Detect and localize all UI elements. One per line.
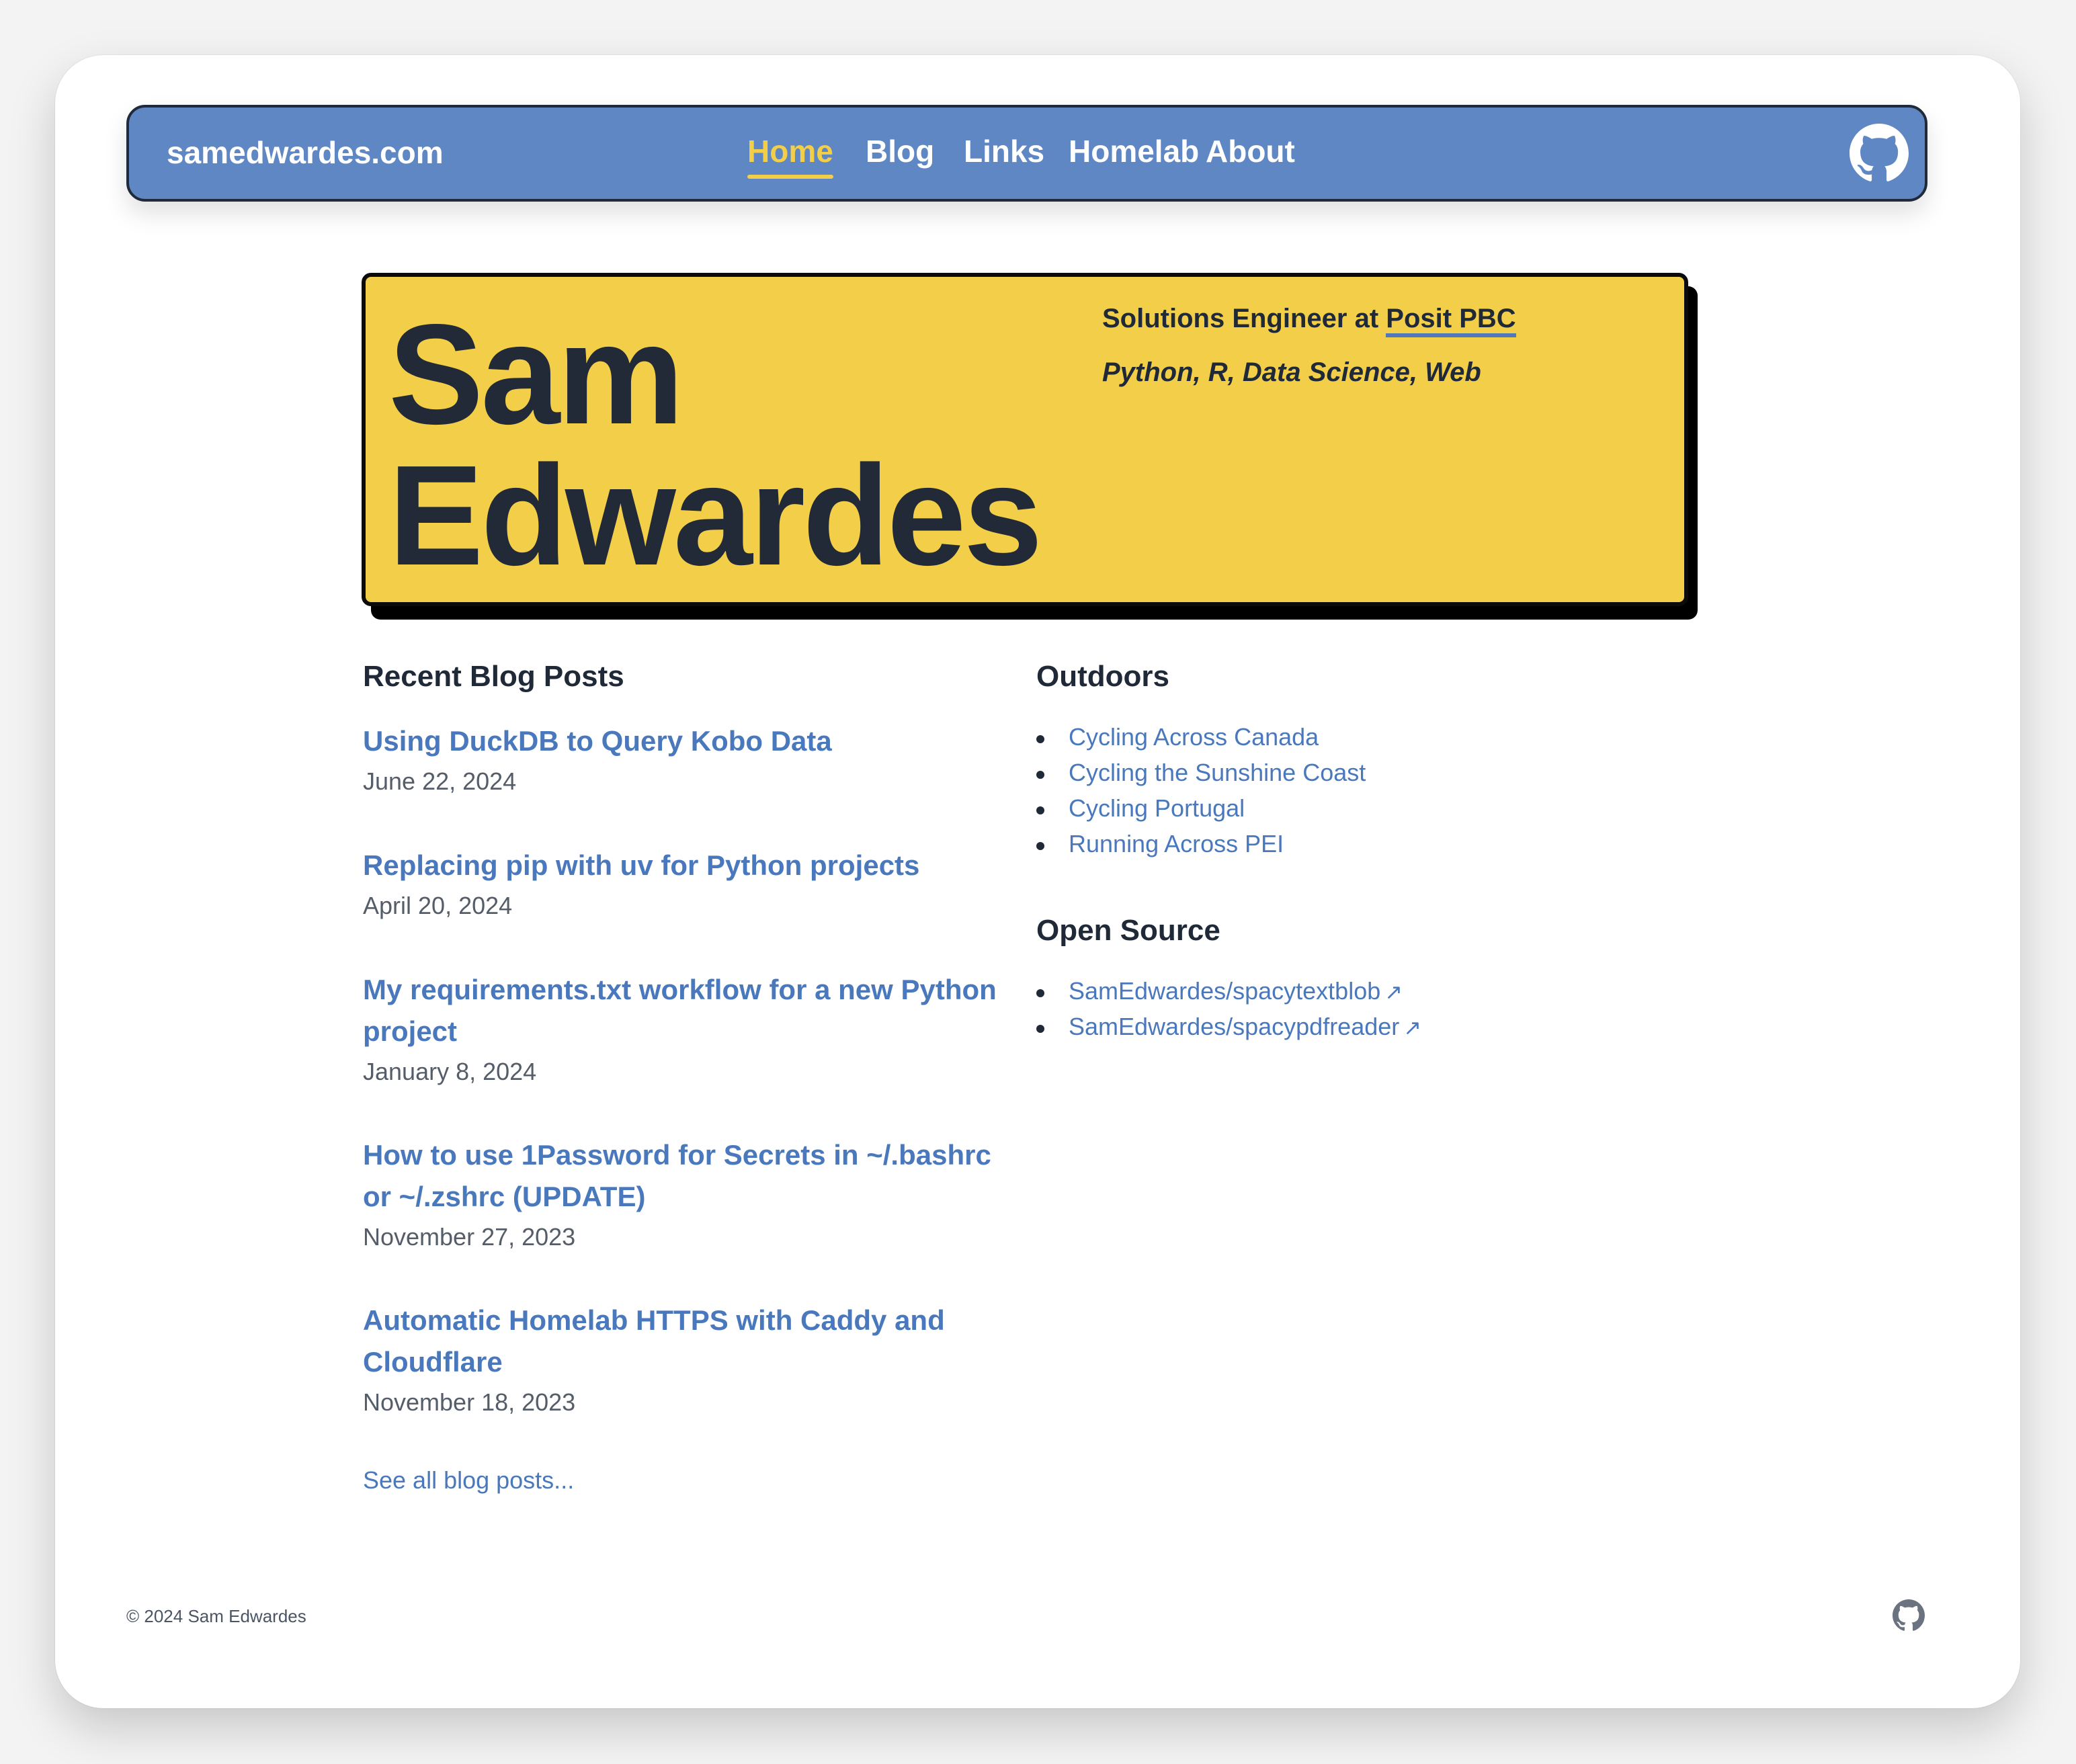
external-link-icon: ↗ — [1403, 1015, 1422, 1040]
blog-post-link[interactable]: Replacing pip with uv for Python project… — [363, 845, 1008, 886]
nav-link-home[interactable]: Home — [747, 133, 833, 179]
bullet — [1036, 989, 1044, 997]
external-link-icon: ↗ — [1384, 980, 1403, 1004]
see-all-posts-link[interactable]: See all blog posts... — [363, 1466, 574, 1495]
nav-link-homelab[interactable]: Homelab — [1069, 133, 1199, 169]
hero-last-name: Edwardes — [388, 435, 1043, 595]
top-navbar: samedwardes.com Home Blog Links Homelab … — [126, 105, 1927, 202]
nav-link-blog[interactable]: Blog — [866, 133, 934, 169]
outdoors-link[interactable]: Cycling Portugal — [1069, 794, 1245, 823]
active-nav-underline — [747, 175, 833, 179]
open-source-link[interactable]: SamEdwardes/spacypdfreader ↗ — [1069, 1013, 1421, 1041]
footer-copyright: © 2024 Sam Edwardes — [126, 1606, 306, 1626]
blog-post-link[interactable]: Automatic Homelab HTTPS with Caddy and C… — [363, 1300, 1008, 1383]
bullet — [1036, 735, 1044, 743]
blog-post-item: How to use 1Password for Secrets in ~/.b… — [363, 1134, 1008, 1254]
bullet — [1036, 842, 1044, 850]
blog-post-item: My requirements.txt workflow for a new P… — [363, 969, 1008, 1089]
blog-post-link[interactable]: How to use 1Password for Secrets in ~/.b… — [363, 1134, 1008, 1218]
blog-post-item: Replacing pip with uv for Python project… — [363, 845, 1008, 923]
blog-post-date: June 22, 2024 — [363, 767, 517, 795]
open-source-link-label: SamEdwardes/spacytextblob — [1069, 977, 1381, 1005]
hero-role: Solutions Engineer at Posit PBC — [1102, 304, 1516, 337]
nav-link-home-label: Home — [747, 134, 833, 169]
open-source-link[interactable]: SamEdwardes/spacytextblob ↗ — [1069, 977, 1403, 1005]
bullet — [1036, 771, 1044, 779]
page-window: samedwardes.com Home Blog Links Homelab … — [55, 55, 2020, 1708]
footer-github-icon-graphic — [1893, 1599, 1925, 1631]
open-source-heading: Open Source — [1036, 914, 1220, 947]
outdoors-link[interactable]: Cycling the Sunshine Coast — [1069, 759, 1366, 787]
site-title-link[interactable]: samedwardes.com — [167, 134, 444, 171]
outdoors-link[interactable]: Running Across PEI — [1069, 830, 1284, 858]
hero-card: Sam Edwardes Solutions Engineer at Posit… — [362, 273, 1688, 606]
bullet — [1036, 806, 1044, 814]
nav-link-about[interactable]: About — [1206, 133, 1295, 169]
blog-post-item: Automatic Homelab HTTPS with Caddy and C… — [363, 1300, 1008, 1419]
blog-post-item: Using DuckDB to Query Kobo Data June 22,… — [363, 720, 1008, 798]
blog-post-link[interactable]: Using DuckDB to Query Kobo Data — [363, 720, 1008, 762]
bullet — [1036, 1025, 1044, 1033]
hero-first-name: Sam — [388, 294, 684, 454]
footer-github-icon[interactable] — [1893, 1599, 1925, 1632]
outdoors-heading: Outdoors — [1036, 660, 1169, 693]
blog-post-link[interactable]: My requirements.txt workflow for a new P… — [363, 969, 1008, 1052]
outdoors-link[interactable]: Cycling Across Canada — [1069, 723, 1319, 751]
github-icon-graphic — [1850, 124, 1909, 181]
blog-post-date: January 8, 2024 — [363, 1058, 537, 1085]
hero-name: Sam Edwardes — [388, 303, 1043, 587]
blog-post-date: November 18, 2023 — [363, 1388, 576, 1416]
hero-role-prefix: Solutions Engineer at — [1102, 304, 1379, 333]
nav-link-links[interactable]: Links — [964, 133, 1044, 169]
recent-posts-heading: Recent Blog Posts — [363, 660, 624, 693]
blog-post-date: November 27, 2023 — [363, 1223, 576, 1251]
open-source-link-label: SamEdwardes/spacypdfreader — [1069, 1013, 1400, 1040]
blog-post-date: April 20, 2024 — [363, 892, 513, 919]
hero-skills: Python, R, Data Science, Web — [1102, 358, 1481, 387]
github-icon[interactable] — [1850, 124, 1909, 183]
employer-link[interactable]: Posit PBC — [1386, 304, 1516, 337]
